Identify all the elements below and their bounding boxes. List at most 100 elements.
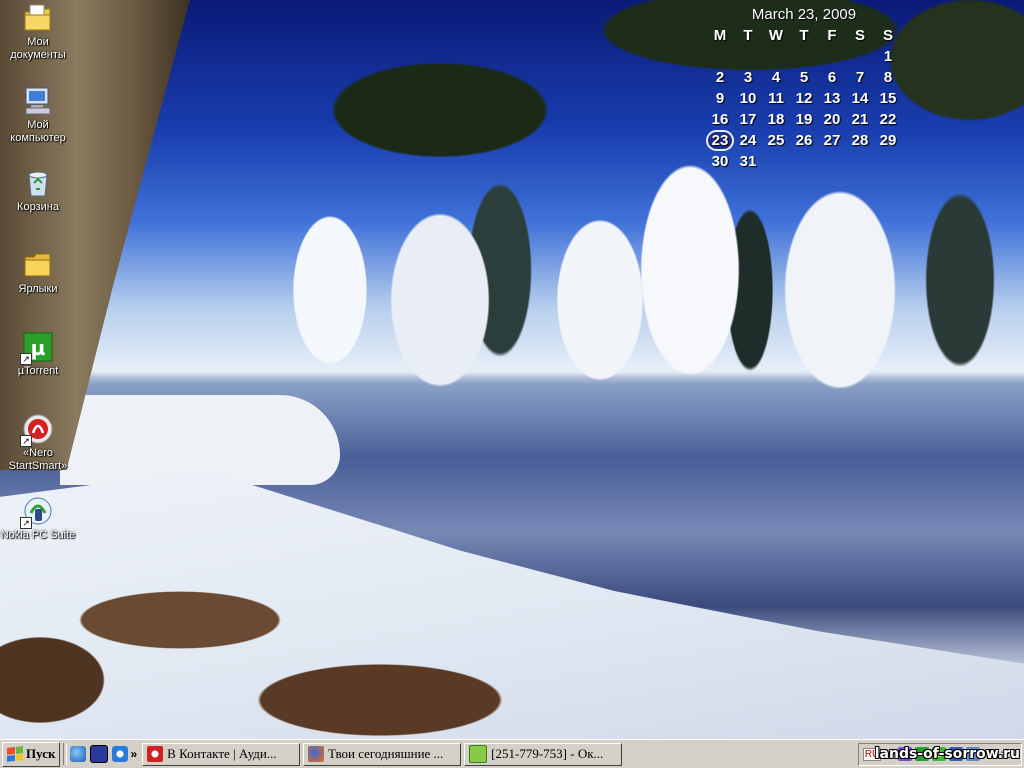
folder-icon [22,249,54,281]
desktop-icon-label: Мои документы [10,36,66,61]
calendar-weekday: M [713,27,727,44]
desktop-icon-label: Корзина [17,201,59,213]
desktop-icon-my-documents[interactable]: Мои документы [0,2,78,62]
calendar-day: 24 [739,132,757,149]
calendar-day: 14 [851,90,869,107]
calendar-day [874,151,902,172]
desktop-icon-label: Мой компьютер [10,119,66,144]
calendar-day: 16 [711,111,729,128]
my-computer-icon [22,85,54,117]
task-button-firefox[interactable]: Твои сегодняшние ... [303,742,462,766]
nokia-pc-suite-icon: ↗ [20,495,54,529]
calendar-day: 18 [767,111,785,128]
calendar-day: 15 [879,90,897,107]
calendar-day: 26 [795,132,813,149]
desktop-icon-nero[interactable]: ↗ «Nero StartSmart» [0,413,78,473]
taskbar-separator [63,743,68,765]
desktop-icon-label: «Nero StartSmart» [8,447,68,472]
shortcut-arrow-icon: ↗ [20,435,32,447]
start-button[interactable]: Пуск [2,741,61,767]
calendar-day: 1 [883,48,893,65]
calendar-day: 28 [851,132,869,149]
calendar-day: 21 [851,111,869,128]
task-button-label: Твои сегодняшние ... [328,746,444,761]
shortcut-arrow-icon: ↗ [20,353,32,365]
desktop-icon-utorrent[interactable]: µ ↗ µTorrent [0,331,78,378]
desktop-icon-my-computer[interactable]: Мой компьютер [0,85,78,145]
desktop-icon-recycle-bin[interactable]: Корзина [0,167,78,214]
task-button-icq[interactable]: [251-779-753] - Ок... [464,742,623,766]
my-documents-icon [22,2,54,34]
calendar-weekday: S [882,27,893,44]
calendar-day: 5 [799,69,809,86]
calendar-day: 13 [823,90,841,107]
calendar-day [818,151,846,172]
icq-window-icon [469,745,488,763]
calendar-day: 12 [795,90,813,107]
calendar-title: March 23, 2009 [751,6,857,23]
calendar-day: 31 [739,153,757,170]
calendar-day: 29 [879,132,897,149]
calendar-day [790,46,818,67]
calendar-day: 19 [795,111,813,128]
utorrent-icon: µ ↗ [20,331,54,365]
watermark-text: lands-of-sorrow.ru [874,746,1020,762]
calendar-day: 22 [879,111,897,128]
calendar-day: 7 [855,69,865,86]
start-button-label: Пуск [26,746,56,761]
desktop-icon-label: µTorrent [17,365,59,377]
calendar-day [818,46,846,67]
shortcut-arrow-icon: ↗ [20,517,32,529]
calendar-day [846,46,874,67]
calendar-day-today: 23 [706,130,734,151]
calendar-weekday: S [854,27,865,44]
calendar-weekday-row: MTWTFSS [706,25,902,46]
calendar-day [846,151,874,172]
calendar-day: 17 [739,111,757,128]
recycle-bin-icon [22,167,54,199]
calendar-widget: March 23, 2009 MTWTFSS 1 2 3 4 5 6 7 8 9 10 11 12 13… [706,5,902,172]
calendar-day: 25 [767,132,785,149]
desktop-icon-nokia-pc-suite[interactable]: ↗ Nokia PC Suite [0,495,78,542]
calendar-day [762,46,790,67]
save-icon[interactable] [90,745,109,763]
firefox-icon [308,746,325,762]
calendar-day: 30 [711,153,729,170]
calendar-weekday: T [743,27,753,44]
calendar-weekday: T [799,27,809,44]
calendar-day: 20 [823,111,841,128]
svg-text:µ: µ [31,336,46,360]
calendar-day: 9 [715,90,725,107]
task-button-label: [251-779-753] - Ок... [491,746,604,761]
calendar-weekday: W [768,27,784,44]
calendar-day [762,151,790,172]
calendar-day [706,46,734,67]
calendar-day [790,151,818,172]
calendar-weekday: F [827,27,837,44]
calendar-day: 4 [771,69,781,86]
desktop-icon-label: Nokia PC Suite [0,529,76,541]
desktop-wallpaper: Мои документы Мой компьютер Корзина Ярлы… [0,0,1024,739]
calendar-day: 10 [739,90,757,107]
nero-icon: ↗ [20,413,54,447]
windows-logo-icon [7,746,23,762]
quick-launch-chevron[interactable]: » [130,747,137,761]
quick-launch [70,745,129,763]
calendar-day: 2 [715,69,725,86]
calendar-day: 11 [768,90,784,107]
desktop-icon-shortcuts-folder[interactable]: Ярлыки [0,249,78,296]
task-button-vkontakte[interactable]: В Контакте | Ауди... [142,742,301,766]
calendar-day: 6 [827,69,837,86]
calendar-day: 3 [743,69,753,86]
calendar-days-grid: 1 2 3 4 5 6 7 8 9 10 11 12 13 14 15 16 17 18 19 20 21 22 23 24 2… [706,46,902,172]
task-button-label: В Контакте | Ауди... [167,746,277,761]
ie-icon[interactable] [70,746,87,762]
taskbar: Пуск » В Контакте | Ауди... Твои сегодня… [0,739,1024,768]
wallpaper-rocks [0,560,560,739]
opera-icon [147,746,164,762]
desktop-icon-label: Ярлыки [18,283,58,295]
calendar-day [734,46,762,67]
calendar-day: 27 [823,132,841,149]
calendar-day: 8 [883,69,893,86]
outlook-express-icon[interactable] [112,746,129,762]
